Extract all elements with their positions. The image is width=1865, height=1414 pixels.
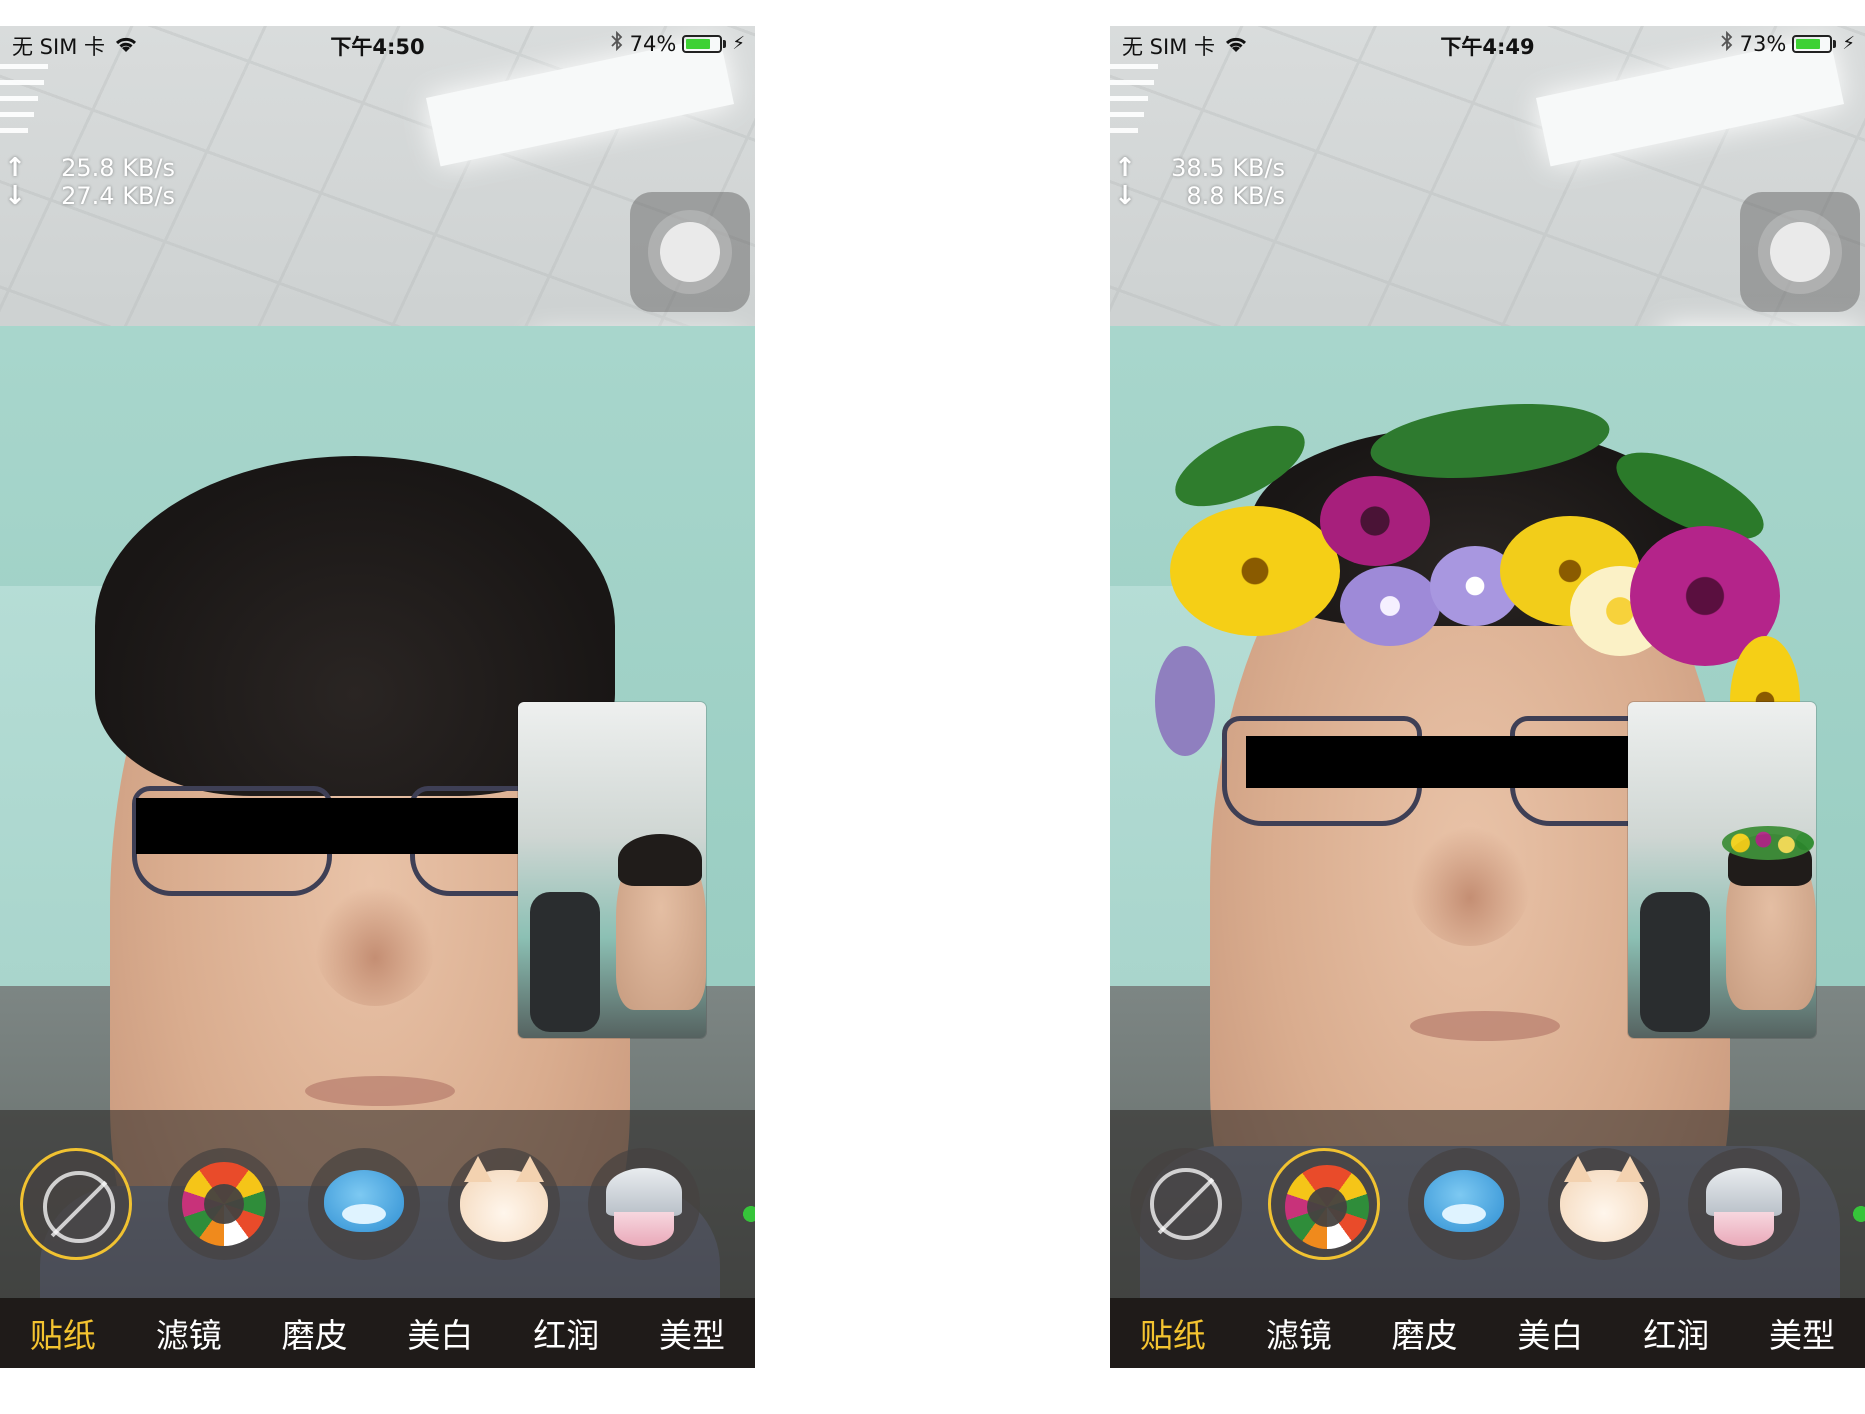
- battery-tip: [1833, 39, 1837, 48]
- sticker-flower-wreath[interactable]: [1268, 1148, 1380, 1260]
- sticker-tiara[interactable]: [1688, 1148, 1800, 1260]
- tab-sticker[interactable]: 贴纸: [3, 1309, 123, 1357]
- pip-hair: [618, 834, 702, 886]
- sticker-none[interactable]: [20, 1148, 132, 1260]
- network-speed: ↑ 25.8 KB/s ↓ 27.4 KB/s: [0, 153, 175, 211]
- download-speed: 8.8 KB/s: [1186, 182, 1285, 210]
- tab-rosy[interactable]: 红润: [1616, 1309, 1736, 1357]
- upload-arrow-icon: ↑: [1114, 153, 1136, 183]
- network-monitor-bars: [0, 64, 60, 144]
- pip-chair: [530, 892, 600, 1032]
- assistive-touch-button[interactable]: [630, 192, 750, 312]
- tab-whitening[interactable]: 美白: [380, 1309, 500, 1357]
- tab-filter[interactable]: 滤镜: [129, 1309, 249, 1357]
- tab-face-shape[interactable]: 美型: [1742, 1309, 1862, 1357]
- pip-chair: [1640, 892, 1710, 1032]
- tiara-icon: [1706, 1168, 1782, 1246]
- battery-percent: 73%: [1739, 31, 1787, 56]
- network-speed: ↑ 38.5 KB/s ↓ 8.8 KB/s: [1110, 153, 1285, 211]
- sticker-flower-wreath[interactable]: [168, 1148, 280, 1260]
- tab-face-shape[interactable]: 美型: [632, 1309, 752, 1357]
- tab-whitening[interactable]: 美白: [1490, 1309, 1610, 1357]
- clover-sticker-icon[interactable]: [1853, 1196, 1865, 1232]
- tab-smoothing[interactable]: 磨皮: [255, 1309, 375, 1357]
- status-bar: 无 SIM 卡 下午4:50 74% ⚡: [0, 26, 755, 60]
- dolphin-icon: [324, 1170, 404, 1232]
- user-mouth: [305, 1076, 455, 1106]
- battery-tip: [723, 39, 727, 48]
- beauty-tab-bar: 贴纸 滤镜 磨皮 美白 红润 美型: [0, 1298, 755, 1368]
- bluetooth-icon: [610, 30, 624, 56]
- download-arrow-icon: ↓: [4, 181, 26, 211]
- download-speed: 27.4 KB/s: [61, 182, 175, 210]
- crown-yellow-daisy: [1170, 506, 1340, 636]
- user-mouth: [1410, 1011, 1560, 1041]
- tab-rosy[interactable]: 红润: [506, 1309, 626, 1357]
- assistive-touch-core: [1770, 222, 1830, 282]
- crown-side-flowers: [1155, 646, 1215, 756]
- upload-speed: 38.5 KB/s: [1171, 154, 1285, 182]
- crown-magenta-rose: [1320, 476, 1430, 566]
- flower-wreath-icon: [182, 1162, 266, 1246]
- download-arrow-icon: ↓: [1114, 181, 1136, 211]
- pip-flower-crown: [1722, 826, 1814, 860]
- none-icon: [1150, 1168, 1222, 1240]
- pip-remote-video[interactable]: [518, 702, 706, 1038]
- tab-sticker[interactable]: 贴纸: [1113, 1309, 1233, 1357]
- tiara-icon: [606, 1168, 682, 1246]
- user-nose: [1410, 826, 1530, 946]
- upload-speed: 25.8 KB/s: [61, 154, 175, 182]
- phone-screen-left: 无 SIM 卡 下午4:50 74% ⚡ ↑ 25.8 KB/s ↓ 27.4 KB…: [0, 26, 755, 1368]
- battery-icon: [682, 34, 723, 53]
- none-icon: [43, 1171, 115, 1243]
- flower-wreath-icon: [1285, 1165, 1369, 1249]
- status-bar: 无 SIM 卡 下午4:49 73% ⚡: [1110, 26, 1865, 60]
- assistive-touch-button[interactable]: [1740, 192, 1860, 312]
- bolt-icon: ⚡: [1842, 33, 1855, 54]
- bluetooth-icon: [1720, 30, 1734, 56]
- sticker-tray: [0, 1110, 755, 1298]
- sticker-none[interactable]: [1130, 1148, 1242, 1260]
- sticker-dolphin[interactable]: [1408, 1148, 1520, 1260]
- user-nose: [315, 886, 435, 1006]
- pip-remote-video[interactable]: [1628, 702, 1816, 1038]
- assistive-touch-core: [660, 222, 720, 282]
- phone-screen-right: 无 SIM 卡 下午4:49 73% ⚡ ↑ 38.5 KB/s ↓ 8.8 KB/…: [1110, 26, 1865, 1368]
- tab-smoothing[interactable]: 磨皮: [1365, 1309, 1485, 1357]
- beauty-tab-bar: 贴纸 滤镜 磨皮 美白 红润 美型: [1110, 1298, 1865, 1368]
- cat-icon: [1560, 1156, 1648, 1242]
- cat-icon: [460, 1156, 548, 1242]
- tab-filter[interactable]: 滤镜: [1239, 1309, 1359, 1357]
- crown-purple-flower: [1340, 566, 1440, 646]
- upload-arrow-icon: ↑: [4, 153, 26, 183]
- dolphin-icon: [1424, 1170, 1504, 1232]
- battery-icon: [1792, 34, 1833, 53]
- sticker-tiara[interactable]: [588, 1148, 700, 1260]
- network-monitor-bars: [1110, 64, 1170, 144]
- sticker-tray: [1110, 1110, 1865, 1298]
- sticker-cat[interactable]: [448, 1148, 560, 1260]
- clover-sticker-icon[interactable]: [743, 1196, 755, 1232]
- battery-percent: 74%: [629, 31, 677, 56]
- bolt-icon: ⚡: [732, 33, 745, 54]
- sticker-dolphin[interactable]: [308, 1148, 420, 1260]
- sticker-cat[interactable]: [1548, 1148, 1660, 1260]
